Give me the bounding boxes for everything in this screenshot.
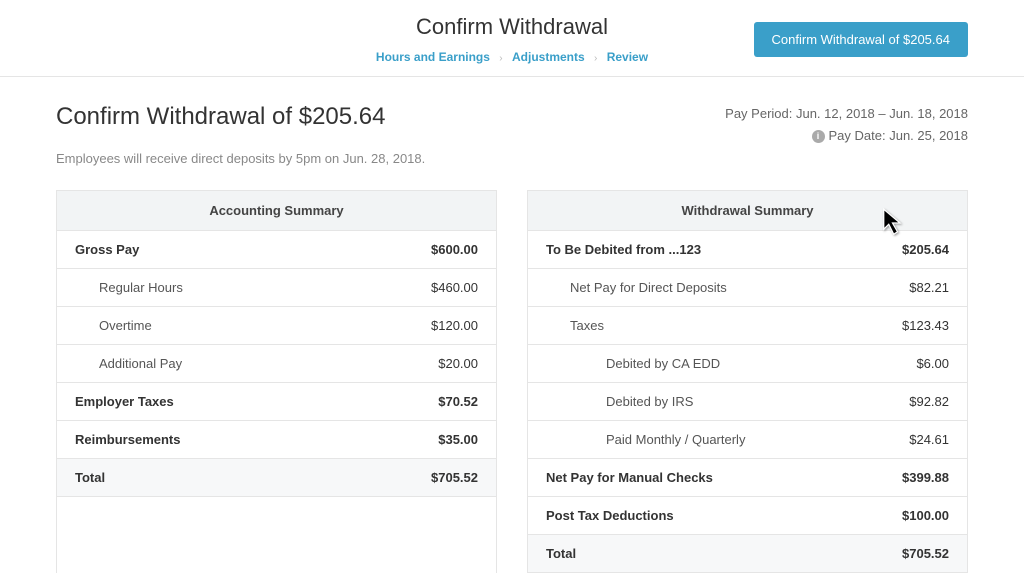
table-row: Debited by IRS $92.82 [528, 383, 967, 421]
table-row: Net Pay for Manual Checks $399.88 [528, 459, 967, 497]
table-row: Employer Taxes $70.52 [57, 383, 496, 421]
main-content: Confirm Withdrawal of $205.64 Pay Period… [0, 77, 1024, 573]
row-value: $70.52 [438, 394, 478, 409]
table-row: Net Pay for Direct Deposits $82.21 [528, 269, 967, 307]
row-label: To Be Debited from ...123 [546, 242, 701, 257]
breadcrumb-step-adjustments[interactable]: Adjustments [512, 50, 585, 64]
row-value: $6.00 [916, 356, 949, 371]
row-label: Net Pay for Manual Checks [546, 470, 713, 485]
row-label: Post Tax Deductions [546, 508, 674, 523]
pay-date-text: Pay Date: Jun. 25, 2018 [829, 128, 968, 143]
row-value: $460.00 [431, 280, 478, 295]
row-label: Reimbursements [75, 432, 180, 447]
page-title: Confirm Withdrawal of $205.64 [56, 103, 385, 131]
chevron-right-icon: › [499, 53, 502, 64]
table-row: Post Tax Deductions $100.00 [528, 497, 967, 535]
row-label: Debited by CA EDD [546, 356, 720, 371]
row-value: $705.52 [902, 546, 949, 561]
withdrawal-summary-heading: Withdrawal Summary [528, 191, 967, 231]
row-label: Regular Hours [75, 280, 183, 295]
table-row: Additional Pay $20.00 [57, 345, 496, 383]
breadcrumb-step-hours[interactable]: Hours and Earnings [376, 50, 490, 64]
row-value: $399.88 [902, 470, 949, 485]
table-row: Taxes $123.43 [528, 307, 967, 345]
row-label: Paid Monthly / Quarterly [546, 432, 745, 447]
row-value: $100.00 [902, 508, 949, 523]
row-label: Overtime [75, 318, 152, 333]
withdrawal-summary-table: Withdrawal Summary To Be Debited from ..… [527, 190, 968, 573]
row-value: $20.00 [438, 356, 478, 371]
row-value: $600.00 [431, 242, 478, 257]
row-value: $705.52 [431, 470, 478, 485]
row-value: $35.00 [438, 432, 478, 447]
breadcrumb-step-review[interactable]: Review [607, 50, 648, 64]
row-value: $205.64 [902, 242, 949, 257]
table-row: Reimbursements $35.00 [57, 421, 496, 459]
row-label: Total [75, 470, 105, 485]
table-row: Gross Pay $600.00 [57, 231, 496, 269]
table-row: Regular Hours $460.00 [57, 269, 496, 307]
info-icon: i [812, 130, 825, 143]
table-row: Overtime $120.00 [57, 307, 496, 345]
chevron-right-icon: › [594, 53, 597, 64]
row-value: $123.43 [902, 318, 949, 333]
row-label: Total [546, 546, 576, 561]
accounting-summary-table: Accounting Summary Gross Pay $600.00 Reg… [56, 190, 497, 573]
row-label: Net Pay for Direct Deposits [546, 280, 727, 295]
row-label: Additional Pay [75, 356, 182, 371]
page-subtext: Employees will receive direct deposits b… [56, 151, 968, 166]
row-label: Debited by IRS [546, 394, 693, 409]
pay-period-text: Pay Period: Jun. 12, 2018 – Jun. 18, 201… [725, 103, 968, 125]
table-row: Debited by CA EDD $6.00 [528, 345, 967, 383]
row-value: $120.00 [431, 318, 478, 333]
page-header: Confirm Withdrawal Hours and Earnings › … [0, 0, 1024, 77]
table-row-total: Total $705.52 [528, 535, 967, 573]
row-value: $24.61 [909, 432, 949, 447]
row-label: Taxes [546, 318, 604, 333]
confirm-withdrawal-button[interactable]: Confirm Withdrawal of $205.64 [754, 22, 968, 57]
table-row: Paid Monthly / Quarterly $24.61 [528, 421, 967, 459]
row-label: Employer Taxes [75, 394, 174, 409]
accounting-summary-heading: Accounting Summary [57, 191, 496, 231]
row-label: Gross Pay [75, 242, 139, 257]
row-value: $82.21 [909, 280, 949, 295]
row-value: $92.82 [909, 394, 949, 409]
table-row: To Be Debited from ...123 $205.64 [528, 231, 967, 269]
pay-period-info: Pay Period: Jun. 12, 2018 – Jun. 18, 201… [725, 103, 968, 147]
table-row-total: Total $705.52 [57, 459, 496, 497]
